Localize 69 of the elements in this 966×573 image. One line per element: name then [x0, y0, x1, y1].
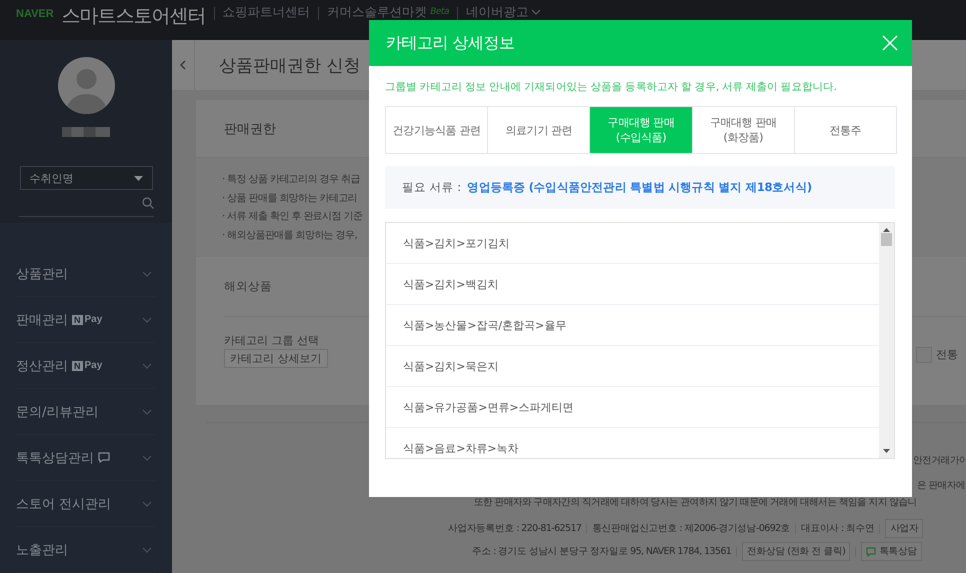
- menu-label: 판매관리: [16, 312, 68, 328]
- dialog-title: 카테고리 상세정보: [386, 32, 515, 54]
- notice-text: · 서류 제출 확인 후 완료시점 기준: [222, 210, 362, 224]
- menu-item[interactable]: 스토어 전시관리: [16, 481, 156, 527]
- field-label: 해외상품: [224, 279, 272, 294]
- scroll-down-icon[interactable]: [883, 449, 890, 453]
- footer-text: 또한 판매자와 구매자간의 직거래에 대하여 당사는 관여하지 않기 때문에 거래에 대해서는 책임을 지지 않습니: [474, 496, 917, 509]
- site-title[interactable]: 스마트스토어센터: [62, 3, 206, 29]
- menu-label: 스토어 전시관리: [16, 496, 112, 512]
- menu-item[interactable]: 판매관리 N Pay: [16, 297, 156, 343]
- required-label: 필요 서류 :: [402, 180, 462, 195]
- chevron-down-icon: [142, 500, 152, 506]
- menu-item[interactable]: 상품관리: [16, 251, 156, 297]
- menu-label: 문의/리뷰관리: [16, 404, 98, 420]
- page-title: 상품판매권한 신청: [219, 54, 360, 76]
- category-row: 식품>김치>백김치: [386, 264, 879, 305]
- npay-badge: N Pay: [72, 314, 102, 325]
- footer-text: 은 판매자에: [917, 479, 966, 492]
- talk-consult-button[interactable]: 톡톡상담: [861, 542, 922, 561]
- checkbox-label: 전통: [936, 347, 958, 362]
- close-button[interactable]: [882, 35, 898, 51]
- menu-item[interactable]: 톡톡상담관리: [16, 435, 156, 481]
- category-row: 식품>김치>묵은지: [386, 346, 879, 387]
- company-info: 대표이사 : 최수연: [801, 522, 874, 535]
- company-info: 사업자등록번호 : 220-81-62517: [448, 522, 582, 535]
- close-icon: [882, 35, 898, 51]
- scroll-thumb[interactable]: [881, 233, 892, 246]
- chevron-down-icon: [142, 408, 152, 414]
- search-type-dropdown[interactable]: 수취인명: [20, 166, 152, 190]
- chevron-left-icon: [180, 60, 186, 70]
- chat-icon: [98, 452, 110, 463]
- category-detail-button[interactable]: 카테고리 상세보기: [224, 349, 328, 368]
- category-row: 식품>김치>포기김치: [386, 223, 879, 264]
- caret-icon: [134, 176, 142, 180]
- menu-label: 정산관리: [16, 358, 68, 374]
- category-row: 식품>농산물>잡곡/혼합곡>율무: [386, 305, 879, 346]
- menu-label: 상품관리: [16, 266, 68, 282]
- top-nav-link[interactable]: 네이버광고: [466, 5, 542, 19]
- phone-consult-button[interactable]: 전화상담 (전화 전 클릭): [742, 542, 850, 561]
- notice-text: · 해외상품판매를 희망하는 경우,: [222, 228, 358, 242]
- npay-badge: N Pay: [72, 360, 102, 371]
- chat-icon: [866, 546, 876, 556]
- address-text: 주소 : 경기도 성남시 분당구 정자일로 95, NAVER 1784, 13561: [472, 545, 732, 558]
- menu-item[interactable]: 노출관리: [16, 527, 156, 573]
- top-nav-link[interactable]: 쇼핑파트너센터: [222, 5, 310, 19]
- notice-text: · 상품 판매를 희망하는 카테고리: [222, 192, 358, 206]
- required-document: 영업등록증 (수입식품안전관리 특별법 시행규칙 별지 제18호서식): [467, 180, 812, 195]
- chevron-down-icon: [142, 454, 152, 460]
- menu-label: 노출관리: [16, 542, 68, 558]
- scrollbar[interactable]: [879, 223, 894, 458]
- naver-logo[interactable]: NAVER: [16, 8, 54, 20]
- chevron-down-icon: [142, 316, 152, 322]
- menu-item[interactable]: 정산관리 N Pay: [16, 343, 156, 389]
- search-icon: [142, 197, 154, 209]
- notice-text: · 특정 상품 카테고리의 경우 취급: [222, 173, 360, 187]
- field-label: 카테고리 그룹 선택: [224, 333, 319, 348]
- menu-label: 톡톡상담관리: [16, 450, 94, 466]
- chevron-down-icon: [142, 270, 152, 276]
- business-info-button[interactable]: 사업자: [885, 519, 924, 538]
- category-row: 식품>유가공품>면류>스파게티면: [386, 387, 879, 428]
- company-info: 통신판매업신고번호 : 제2006-경기성남-0692호: [592, 522, 790, 535]
- redacted-name: [62, 127, 110, 137]
- category-tab[interactable]: 구매대행 판매 (수입식품): [590, 107, 693, 153]
- notice-text: 그룹별 카테고리 정보 안내에 기재되어있는 상품을 등록하고자 할 경우, 서류 제출이 필요합니다.: [385, 80, 838, 94]
- menu-item[interactable]: 문의/리뷰관리: [16, 389, 156, 435]
- footer-text: 안전거래가이: [913, 454, 966, 467]
- chevron-down-icon: [142, 546, 152, 552]
- top-nav-link[interactable]: 커머스솔루션마켓 Beta: [327, 5, 449, 19]
- chevron-down-icon: [142, 362, 152, 368]
